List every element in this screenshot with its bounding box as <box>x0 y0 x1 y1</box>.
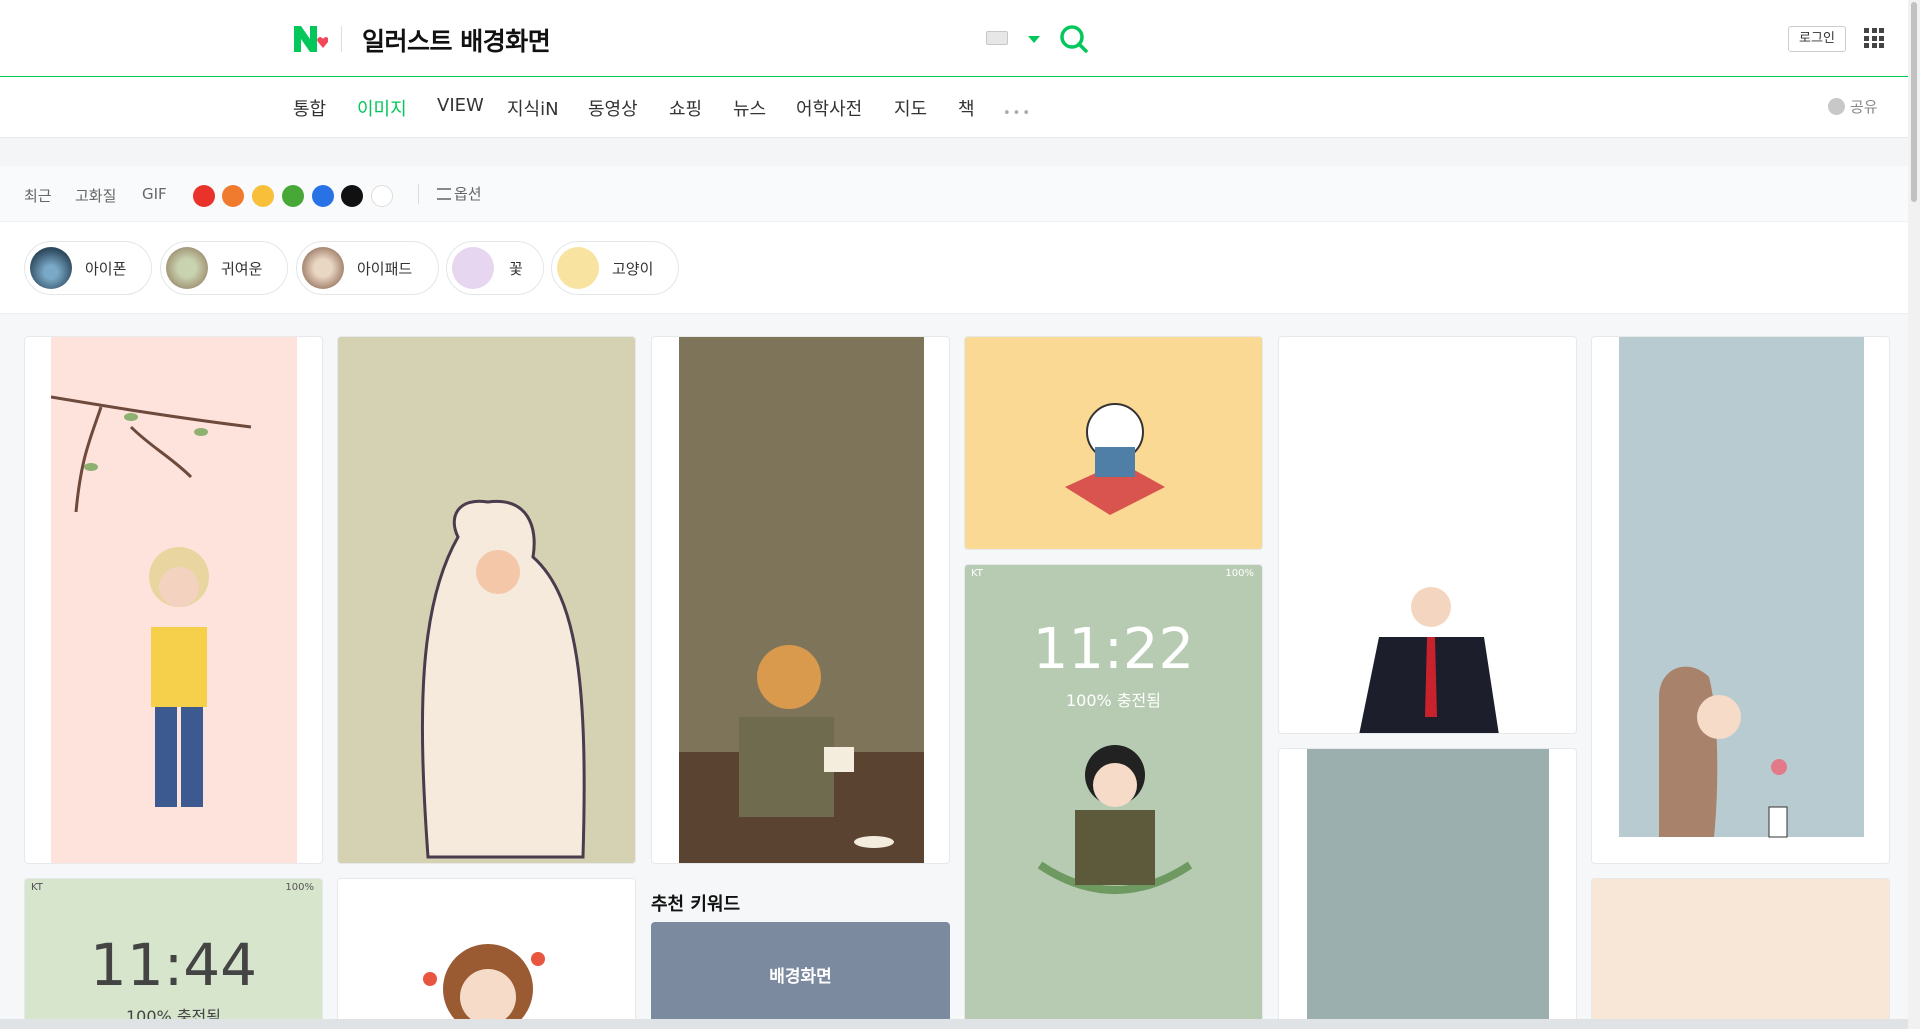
scrollbar-thumb[interactable] <box>1911 2 1917 202</box>
search-tabs: 통합 이미지 VIEW 지식iN 동영상 쇼핑 뉴스 어학사전 지도 책 ••• <box>0 78 1908 138</box>
tab-map[interactable]: 지도 <box>894 95 927 121</box>
businessman-illustration <box>1359 587 1499 733</box>
image-card[interactable] <box>1278 748 1577 1029</box>
more-tabs-button[interactable]: ••• <box>1003 106 1032 121</box>
clock-time: 11:22 <box>1032 617 1195 682</box>
header: 일러스트 배경화면 로그인 <box>0 0 1908 77</box>
tab-shopping[interactable]: 쇼핑 <box>669 95 702 121</box>
spacer <box>0 138 1908 166</box>
image-thumbnail <box>679 337 924 863</box>
image-thumbnail <box>338 337 635 863</box>
chip-iphone[interactable]: 아이폰 <box>24 241 152 295</box>
options-button[interactable]: 옵션 <box>437 183 482 204</box>
divider <box>341 26 342 52</box>
chip-flower[interactable]: 꽃 <box>446 241 544 295</box>
naver-logo[interactable] <box>294 24 328 56</box>
image-thumbnail <box>1619 337 1864 863</box>
soldier-illustration <box>1037 745 1193 894</box>
related-keywords: 아이폰 귀여운 아이패드 꽃 고양이 <box>0 222 1908 314</box>
chip-thumbnail <box>166 247 208 289</box>
image-card[interactable]: KT 100% 11:22 100% 충전됨 <box>964 564 1263 1029</box>
chip-thumbnail <box>557 247 599 289</box>
options-label: 옵션 <box>454 185 482 203</box>
image-thumbnail <box>1307 749 1549 1028</box>
image-card[interactable] <box>24 336 323 864</box>
chip-cute[interactable]: 귀여운 <box>160 241 288 295</box>
share-label: 공유 <box>1850 98 1878 116</box>
carrier-label: KT <box>971 568 983 579</box>
tab-book[interactable]: 책 <box>958 95 975 121</box>
filter-gif[interactable]: GIF <box>142 185 167 203</box>
chip-ipad[interactable]: 아이패드 <box>296 241 439 295</box>
image-card[interactable] <box>1591 336 1890 864</box>
image-card[interactable] <box>1591 878 1890 1028</box>
image-thumbnail <box>50 337 297 863</box>
recommended-keyword-card[interactable]: 배경화면 <box>651 922 950 1028</box>
chip-label: 아이폰 <box>85 260 127 278</box>
chip-thumbnail <box>30 247 72 289</box>
color-filter-yellow[interactable] <box>252 185 274 207</box>
battery-label: 100% <box>1225 568 1254 579</box>
image-card[interactable]: KT 100% 11:44 100% 충전됨 <box>24 878 323 1028</box>
color-filter-blue[interactable] <box>312 185 334 207</box>
recommended-keywords-title: 추천 키워드 <box>651 894 741 915</box>
chip-thumbnail <box>452 247 494 289</box>
sheep-costume-illustration <box>420 499 586 859</box>
tab-view[interactable]: VIEW <box>437 95 484 116</box>
share-icon <box>1828 98 1845 115</box>
sliders-icon <box>437 188 451 200</box>
color-filter-green[interactable] <box>282 185 304 207</box>
tab-kin[interactable]: 지식iN <box>507 95 559 121</box>
bottom-bar <box>0 1019 1908 1029</box>
login-button[interactable]: 로그인 <box>1788 26 1846 52</box>
chip-label: 꽃 <box>509 260 523 278</box>
image-card[interactable] <box>337 878 636 1028</box>
divider <box>418 184 419 204</box>
chip-thumbnail <box>302 247 344 289</box>
image-thumbnail <box>338 879 635 1027</box>
image-card[interactable] <box>651 336 950 864</box>
clock-time: 11:44 <box>89 931 258 999</box>
phone-screenshot: KT 100% 11:44 100% 충전됨 <box>25 879 322 1027</box>
share-button[interactable]: 공유 <box>1828 96 1878 117</box>
image-card[interactable] <box>1278 336 1577 734</box>
filter-recent[interactable]: 최근 <box>24 185 52 206</box>
search-query-title[interactable]: 일러스트 배경화면 <box>362 22 551 58</box>
chevron-down-icon[interactable] <box>1028 36 1040 43</box>
chip-label: 귀여운 <box>221 260 263 278</box>
battery-label: 100% <box>285 882 314 893</box>
image-card[interactable] <box>964 336 1263 550</box>
color-filter-orange[interactable] <box>222 185 244 207</box>
keyboard-icon[interactable] <box>986 31 1008 45</box>
cafe-woman-illustration <box>679 645 924 863</box>
carrier-label: KT <box>31 882 43 893</box>
color-filter-red[interactable] <box>193 185 215 207</box>
color-filter-white[interactable] <box>371 185 393 207</box>
chip-label: 아이패드 <box>357 260 413 278</box>
girl-with-flowers-illustration <box>1619 666 1864 863</box>
search-icon[interactable] <box>1059 24 1089 54</box>
chip-label: 고양이 <box>612 260 654 278</box>
recommended-keyword-label: 배경화면 <box>769 967 832 987</box>
tab-image[interactable]: 이미지 <box>357 95 407 121</box>
branch-girl-illustration <box>50 395 252 807</box>
tab-dictionary[interactable]: 어학사전 <box>796 95 862 121</box>
charging-status: 100% 충전됨 <box>1066 691 1161 710</box>
image-card[interactable] <box>337 336 636 864</box>
tab-news[interactable]: 뉴스 <box>733 95 766 121</box>
cat-reading-illustration <box>1065 403 1165 515</box>
chip-cat[interactable]: 고양이 <box>551 241 679 295</box>
tab-integrated[interactable]: 통합 <box>293 95 326 121</box>
apps-grid-icon[interactable] <box>1864 28 1884 48</box>
tab-video[interactable]: 동영상 <box>588 95 638 121</box>
color-filter-black[interactable] <box>341 185 363 207</box>
filter-high-quality[interactable]: 고화질 <box>75 185 116 206</box>
girl-illustration <box>423 944 545 1027</box>
